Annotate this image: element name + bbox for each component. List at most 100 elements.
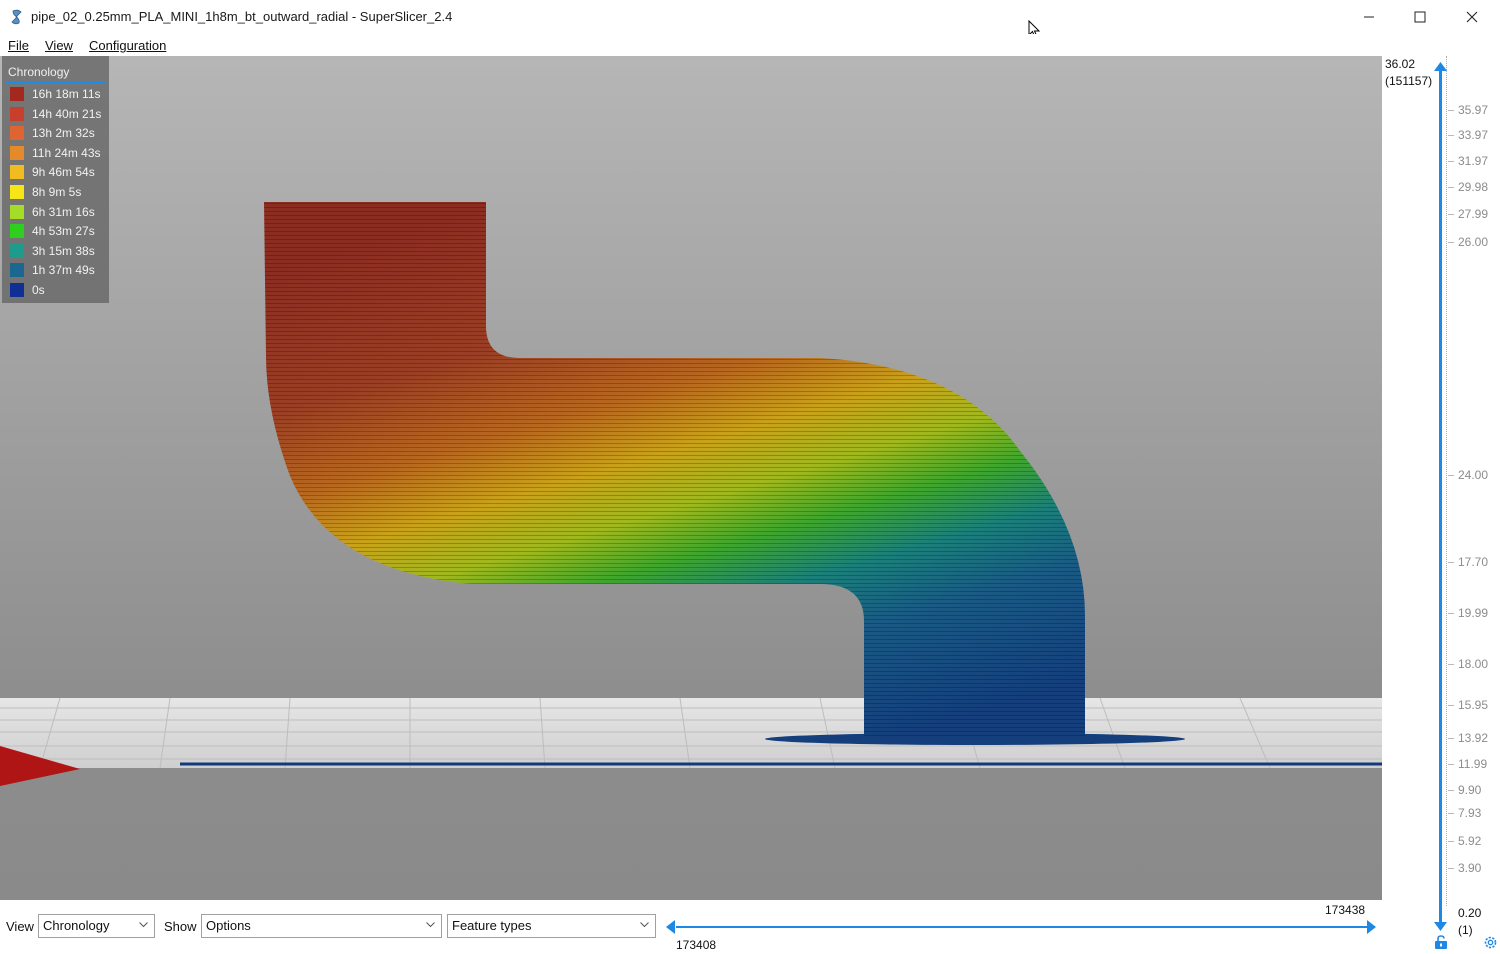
legend-item: 6h 31m 16s (10, 204, 95, 219)
layer-slider-upper-thumb-icon[interactable] (1434, 62, 1447, 72)
menu-view-label: View (45, 38, 73, 53)
layer-tick-label: 29.98 (1458, 180, 1489, 194)
legend-item: 14h 40m 21s (10, 106, 102, 121)
maximize-button[interactable] (1397, 0, 1443, 34)
layer-tick-label: 24.00 (1458, 468, 1489, 482)
title-bar: pipe_02_0.25mm_PLA_MINI_1h8m_bt_outward_… (0, 0, 1500, 39)
move-slider-right-thumb-icon[interactable] (1366, 920, 1376, 934)
legend-item: 11h 24m 43s (10, 145, 101, 160)
layer-tick-mark (1448, 868, 1454, 869)
legend-item: 3h 15m 38s (10, 243, 95, 258)
layer-tick-mark (1448, 242, 1454, 243)
gear-icon[interactable] (1483, 935, 1498, 950)
maximize-icon (1414, 11, 1426, 23)
layer-tick-label: 31.97 (1458, 154, 1489, 168)
layer-top-readout: 36.02 (151157) (1385, 56, 1432, 90)
feature-types-value: Feature types (452, 918, 532, 933)
chevron-down-icon (640, 922, 649, 928)
layer-slider-panel: 36.02 (151157) 35.97 33.97 31.97 29.98 27.99… (1382, 56, 1500, 954)
print-preview-scene (0, 202, 1382, 786)
legend-swatch (10, 243, 24, 258)
layer-slider-track[interactable] (1439, 68, 1442, 928)
legend-label: 16h 18m 11s (32, 87, 101, 101)
legend-label: 13h 2m 32s (32, 126, 95, 141)
legend-swatch (10, 106, 24, 121)
layer-tick-mark (1448, 475, 1454, 476)
view-label: View (6, 919, 34, 934)
layer-tick-mark (1448, 841, 1454, 842)
feature-types-select[interactable]: Feature types (447, 914, 656, 938)
legend-label: 4h 53m 27s (32, 224, 95, 239)
chevron-down-icon (426, 922, 435, 928)
layer-slider-lower-thumb-icon[interactable] (1434, 922, 1447, 932)
legend-swatch (10, 145, 24, 160)
view-type-value: Chronology (43, 918, 110, 933)
chevron-down-icon (139, 922, 148, 928)
layer-tick-label: 15.95 (1458, 698, 1489, 712)
layer-top-value: 36.02 (1385, 57, 1416, 71)
view-type-select[interactable]: Chronology (38, 914, 155, 938)
layer-tick-label: 17.70 (1458, 555, 1489, 569)
layer-bottom-index: (1) (1458, 923, 1473, 937)
close-button[interactable] (1449, 0, 1495, 34)
layer-tick-mark (1448, 135, 1454, 136)
legend-label: 3h 15m 38s (32, 243, 95, 258)
layer-tick-label: 7.93 (1458, 806, 1482, 820)
layer-tick-mark (1448, 790, 1454, 791)
legend-label: 1h 37m 49s (32, 263, 95, 278)
layer-bottom-value: 0.20 (1458, 906, 1482, 920)
move-slider-left-thumb-icon[interactable] (666, 920, 676, 934)
legend-item: 4h 53m 27s (10, 224, 95, 239)
menu-view[interactable]: View (45, 38, 73, 53)
legend-swatch (10, 224, 24, 239)
layer-tick-label: 19.99 (1458, 606, 1489, 620)
legend-divider (6, 82, 106, 83)
layer-tick-mark (1448, 562, 1454, 563)
layer-tick-mark (1448, 738, 1454, 739)
layer-tick-mark (1448, 705, 1454, 706)
minimize-button[interactable] (1346, 0, 1392, 34)
legend-title: Chronology (8, 65, 70, 79)
legend-swatch (10, 263, 24, 278)
legend-swatch (10, 283, 24, 297)
layer-tick-mark (1448, 813, 1454, 814)
legend-swatch (10, 87, 24, 101)
show-label: Show (164, 919, 197, 934)
chronology-legend: Chronology 16h 18m 11s 14h 40m 21s 13h 2m … (2, 56, 109, 303)
layer-top-index: (151157) (1385, 74, 1433, 88)
move-slider-upper-value: 173438 (1325, 903, 1366, 917)
layer-tick-mark (1448, 161, 1454, 162)
layer-tick-label: 11.99 (1458, 757, 1488, 771)
layer-ruler (1446, 56, 1447, 906)
legend-item: 13h 2m 32s (10, 126, 95, 141)
legend-item: 1h 37m 49s (10, 263, 95, 278)
legend-label: 14h 40m 21s (32, 106, 102, 121)
layer-tick-mark (1448, 214, 1454, 215)
menu-configuration-label: Configuration (89, 38, 167, 53)
move-slider-track[interactable] (676, 926, 1370, 928)
layer-tick-label: 26.00 (1458, 235, 1489, 249)
legend-swatch (10, 126, 24, 141)
legend-label: 8h 9m 5s (32, 185, 82, 199)
legend-label: 6h 31m 16s (32, 204, 95, 219)
layer-tick-mark (1448, 110, 1454, 111)
menu-file[interactable]: File (8, 38, 29, 53)
layer-tick-label: 9.90 (1458, 783, 1482, 797)
menu-configuration[interactable]: Configuration (89, 38, 166, 53)
layer-tick-label: 3.90 (1458, 861, 1482, 875)
move-slider-lower-value: 173408 (676, 938, 717, 952)
legend-swatch (10, 204, 24, 219)
lock-icon[interactable] (1434, 935, 1448, 950)
layer-tick-label: 18.00 (1458, 657, 1489, 671)
3d-preview-viewport[interactable] (0, 56, 1382, 900)
pipe-layer-lines (264, 202, 1085, 739)
window-title: pipe_02_0.25mm_PLA_MINI_1h8m_bt_outward_… (31, 9, 453, 24)
options-select[interactable]: Options (201, 914, 442, 938)
legend-item: 9h 46m 54s (10, 165, 95, 180)
options-value: Options (206, 918, 251, 933)
layer-tick-label: 27.99 (1458, 207, 1489, 221)
legend-item: 0s (10, 283, 45, 297)
layer-tick-mark (1448, 764, 1454, 765)
layer-bottom-readout: 0.20 (1) (1458, 905, 1481, 939)
layer-tick-label: 5.92 (1458, 834, 1482, 848)
